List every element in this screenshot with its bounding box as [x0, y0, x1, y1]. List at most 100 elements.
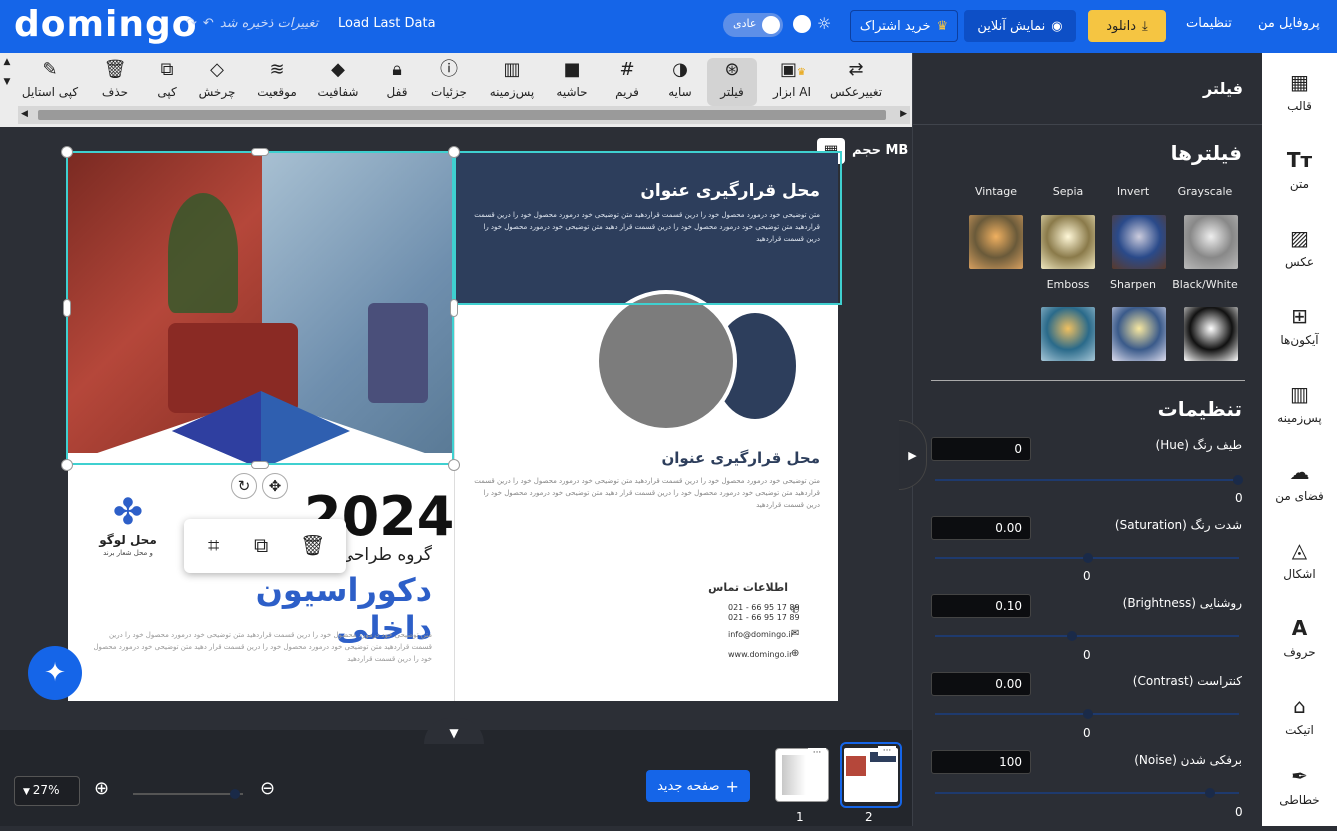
tool-change-image[interactable]: ⇄ تغییرعکس [828, 58, 884, 106]
download-button[interactable]: دانلود ⤓ [1088, 10, 1166, 42]
filter-blackwhite[interactable] [1184, 307, 1238, 361]
toolbar-scroll-arrows[interactable]: ▲ ▼ [0, 57, 14, 99]
contrast-slider[interactable] [935, 709, 1239, 719]
page-thumb-1[interactable]: ··· [775, 748, 829, 802]
contrast-slider-knob[interactable] [1083, 709, 1093, 719]
mode-toggle[interactable]: عادی [723, 13, 783, 37]
page-thumb-2-selected[interactable]: ··· [840, 742, 902, 808]
thumb-2-menu-icon[interactable]: ··· [878, 746, 896, 756]
brand-logo[interactable]: domingo [14, 4, 197, 45]
tool-background[interactable]: ▥ پس‌زمینه [482, 58, 542, 106]
redo-icon[interactable]: ↷ [186, 16, 197, 31]
icons-grid-icon: ⊞ [1291, 304, 1308, 328]
tool-details[interactable]: ⓘ جزئیات [424, 58, 474, 106]
resize-handle-right[interactable] [450, 299, 458, 317]
saturation-slider[interactable] [935, 553, 1239, 563]
crop-icon[interactable]: ⌗ [208, 533, 219, 557]
noise-input[interactable]: 100 [931, 750, 1031, 774]
filter-vintage[interactable] [969, 215, 1023, 269]
selection-box[interactable] [66, 151, 454, 465]
tool-delete[interactable]: 🗑︎ حذف [90, 58, 140, 106]
filter-label-invert: Invert [1116, 185, 1150, 198]
tool-rotate[interactable]: ◇ چرخش [192, 58, 242, 106]
zoom-out-icon[interactable]: ⊖ [260, 778, 275, 799]
resize-handle-left[interactable] [63, 299, 71, 317]
delete-icon[interactable]: 🗑︎ [300, 533, 325, 557]
contrast-input[interactable]: 0.00 [931, 672, 1031, 696]
duplicate-icon[interactable]: ⧉ [254, 533, 268, 557]
sidebar-item-background[interactable]: ▥ پس‌زمینه [1262, 371, 1337, 449]
buy-subscription-button[interactable]: خرید اشتراک ♛ [850, 10, 958, 42]
tool-opacity[interactable]: ◆ شفافیت [313, 58, 363, 106]
theme-toggle[interactable] [793, 15, 811, 33]
filter-emboss[interactable] [1041, 307, 1095, 361]
filter-grayscale[interactable] [1184, 215, 1238, 269]
brightness-input[interactable]: 0.10 [931, 594, 1031, 618]
preview-online-button[interactable]: نمایش آنلاین ◉ [964, 10, 1076, 42]
letters-icon: A [1291, 616, 1308, 640]
toolbar-scrollbar[interactable]: ◀ ▶ [18, 106, 910, 124]
zoom-slider-knob[interactable] [230, 789, 240, 799]
sidebar-item-text[interactable]: Tт متن [1262, 137, 1337, 215]
load-last-data-button[interactable]: Load Last Data [338, 16, 436, 31]
resize-handle-bl[interactable] [61, 459, 73, 471]
scroll-right-icon[interactable]: ▶ [900, 109, 907, 119]
resize-handle-br[interactable] [448, 459, 460, 471]
tool-lock[interactable]: 🔒︎ قفل [372, 58, 422, 106]
undo-icon[interactable]: ↶ [203, 16, 214, 31]
magic-wand-icon[interactable]: ✦ [28, 646, 82, 700]
settings-link[interactable]: تنظیمات [1186, 16, 1232, 31]
sidebar-item-template[interactable]: ▦ قالب [1262, 59, 1337, 137]
resize-handle-tr[interactable] [448, 146, 460, 158]
brightness-slider-knob[interactable] [1067, 631, 1077, 641]
scrollbar-thumb[interactable] [38, 110, 886, 120]
tool-copy[interactable]: ⧉ کپی [142, 58, 192, 106]
sidebar-item-letters[interactable]: A حروف [1262, 605, 1337, 683]
rotate-handle-icon[interactable]: ↻ [231, 473, 257, 499]
thumb-1-preview [782, 755, 822, 795]
noise-slider-knob[interactable] [1205, 788, 1215, 798]
saturation-input[interactable]: 0.00 [931, 516, 1031, 540]
tool-frame[interactable]: # فریم [602, 58, 652, 106]
filter-sepia[interactable] [1041, 215, 1095, 269]
brightness-slider[interactable] [935, 631, 1239, 641]
frame-icon: # [619, 59, 635, 80]
scroll-left-icon[interactable]: ◀ [21, 109, 28, 119]
selection-box-header[interactable] [454, 151, 842, 305]
resize-handle-tl[interactable] [61, 146, 73, 158]
tool-shadow[interactable]: ◑ سایه [655, 58, 705, 106]
sidebar-item-image[interactable]: ▨ عکس [1262, 215, 1337, 293]
hue-slider[interactable] [935, 475, 1243, 485]
sidebar-item-shapes[interactable]: ◬ اشکال [1262, 527, 1337, 605]
resize-handle-top[interactable] [251, 148, 269, 156]
tool-copy-style[interactable]: ✎ کپی استایل [18, 58, 82, 106]
zoom-in-icon[interactable]: ⊕ [94, 778, 109, 799]
sidebar-item-my-space[interactable]: ☁ فضای من [1262, 449, 1337, 527]
panel-collapse-icon[interactable]: ▶ [899, 420, 927, 490]
logo-sub: و محل شعار برند [103, 549, 153, 557]
saturation-slider-knob[interactable] [1083, 553, 1093, 563]
new-page-button[interactable]: صفحه جدید + [646, 770, 750, 802]
sun-icon[interactable]: ☼ [817, 14, 831, 33]
filter-panel: فیلتر فیلترها Grayscale Invert Sepia Vin… [899, 53, 1263, 826]
hue-slider-knob[interactable] [1233, 475, 1243, 485]
thumb-1-menu-icon[interactable]: ··· [808, 748, 826, 758]
zoom-select[interactable]: ▼ 27% [14, 776, 80, 806]
resize-handle-bottom[interactable] [251, 461, 269, 469]
brush-icon: ✎ [42, 59, 58, 80]
tool-ai[interactable]: ▣♛ ابزار AI [767, 58, 817, 106]
noise-slider[interactable] [935, 788, 1239, 798]
filter-sharpen[interactable] [1112, 307, 1166, 361]
tool-filter[interactable]: ⊛ فیلتر [707, 58, 757, 106]
sidebar-item-icons[interactable]: ⊞ آیکون‌ها [1262, 293, 1337, 371]
hue-input[interactable]: 0 [931, 437, 1031, 461]
zoom-slider[interactable] [133, 789, 243, 799]
filter-invert[interactable] [1112, 215, 1166, 269]
sidebar-item-tags[interactable]: ⌂ اتیکت [1262, 683, 1337, 761]
move-handle-icon[interactable]: ✥ [262, 473, 288, 499]
tool-position[interactable]: ≋ موقعیت [250, 58, 304, 106]
sidebar-item-calligraphy[interactable]: ✒ خطاطی [1262, 753, 1337, 831]
tool-border[interactable]: ■ حاشیه [547, 58, 597, 106]
email-icon: ✉ [791, 628, 800, 639]
profile-link[interactable]: پروفایل من [1258, 16, 1320, 31]
